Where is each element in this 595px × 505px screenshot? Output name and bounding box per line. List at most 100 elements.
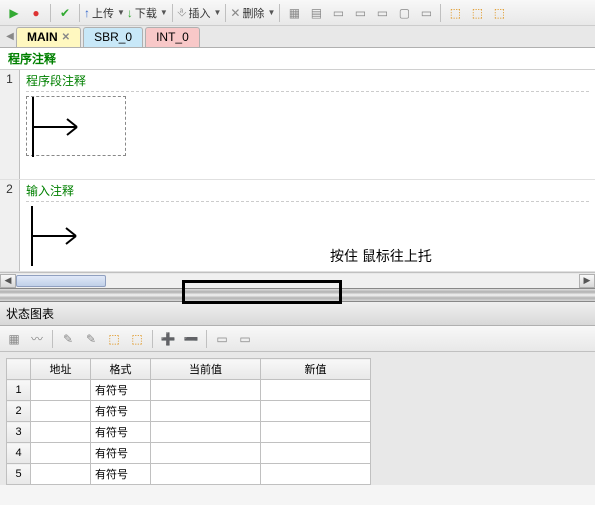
cell-format[interactable]: 有符号 [91,464,151,485]
panel-btn-3[interactable]: ✎ [58,329,78,349]
check-icon: ✔ [60,6,70,20]
corner-cell [7,359,31,380]
cell-new[interactable] [261,401,371,422]
lock-icon: ⬚ [450,6,461,20]
ladder-rail-icon [26,206,126,266]
stop-button[interactable]: ● [26,3,46,23]
run-button[interactable]: ▶ [4,3,24,23]
grid-icon: ▦ [289,6,300,20]
panel-btn-6[interactable]: ⬚ [127,329,147,349]
delete-label: 删除 [240,5,266,21]
tool-btn-2[interactable]: ▤ [306,3,326,23]
cell-current[interactable] [151,422,261,443]
cell-address[interactable] [31,401,91,422]
cell-format[interactable]: 有符号 [91,443,151,464]
cell-current[interactable] [151,380,261,401]
panel-btn-10[interactable]: ▭ [235,329,255,349]
tab-sbr0[interactable]: SBR_0 [83,27,143,47]
cell-new[interactable] [261,380,371,401]
table-row[interactable]: 1 有符号 [7,380,371,401]
panel-btn-7[interactable]: ➕ [158,329,178,349]
col-format[interactable]: 格式 [91,359,151,380]
tab-int0[interactable]: INT_0 [145,27,200,47]
main-toolbar: ▶ ● ✔ ↑ 上传 ▼ ↓ 下载 ▼ ⎀ 插入 ▼ ✕ 删除 ▼ ▦ ▤ ▭ … [0,0,595,26]
insert-label: 插入 [186,5,212,21]
scroll-thumb[interactable] [16,275,106,287]
delete-icon: ✕ [230,6,240,20]
table-row[interactable]: 3 有符号 [7,422,371,443]
col-new[interactable]: 新值 [261,359,371,380]
cell-address[interactable] [31,380,91,401]
row-number: 1 [7,380,31,401]
table-row[interactable]: 4有符号 [7,443,371,464]
insert-icon: ⎀ [177,5,187,20]
write-icon: ✎ [63,332,73,346]
cell-address[interactable] [31,464,91,485]
rung-1: 1 程序段注释 [0,70,595,180]
row-number: 2 [7,401,31,422]
stop-icon: ● [32,6,39,20]
panel-btn-2[interactable]: 〰 [27,329,47,349]
tool-btn-3[interactable]: ▭ [328,3,348,23]
cell-new[interactable] [261,464,371,485]
program-comment[interactable]: 程序注释 [0,48,595,70]
deleterow-icon: ➖ [184,332,199,346]
cell-format[interactable]: 有符号 [91,380,151,401]
writeall-icon: ✎ [86,332,96,346]
tab-main[interactable]: MAIN ✕ [16,27,81,47]
editor-hscroll[interactable]: ◀ ▶ [0,272,595,288]
cell-current[interactable] [151,443,261,464]
box3-icon: ▭ [377,6,388,20]
scroll-track[interactable] [16,274,579,288]
horizontal-splitter[interactable] [0,288,595,302]
tool-btn-6[interactable]: ▢ [394,3,414,23]
download-button[interactable]: ↓ 下载 ▼ [127,5,168,21]
cell-address[interactable] [31,422,91,443]
ladder-symbol[interactable] [26,96,126,156]
cell-address[interactable] [31,443,91,464]
delete-button[interactable]: ✕ 删除 ▼ [230,5,275,21]
cell-current[interactable] [151,464,261,485]
tool-btn-4[interactable]: ▭ [350,3,370,23]
rung-number: 2 [0,180,20,271]
tab-bar: ◀ MAIN ✕ SBR_0 INT_0 [0,26,595,48]
cell-new[interactable] [261,443,371,464]
tool-btn-10[interactable]: ⬚ [489,3,509,23]
cell-format[interactable]: 有符号 [91,401,151,422]
upload-button[interactable]: ↑ 上传 ▼ [84,5,125,21]
scroll-right-icon[interactable]: ▶ [579,274,595,288]
annotation-text: 按住 鼠标往上托 [330,246,432,266]
rung-body[interactable]: 输入注释 [20,180,595,271]
tool-btn-8[interactable]: ⬚ [445,3,465,23]
rung-comment[interactable]: 输入注释 [26,182,589,202]
insert-button[interactable]: ⎀ 插入 ▼ [177,5,222,21]
rung-body[interactable]: 程序段注释 [20,70,595,179]
rung-number: 1 [0,70,20,179]
col-current[interactable]: 当前值 [151,359,261,380]
table-row[interactable]: 2 有符号 [7,401,371,422]
table-row[interactable]: 5有符号 [7,464,371,485]
panel-btn-9[interactable]: ▭ [212,329,232,349]
tab-scroll-left[interactable]: ◀ [4,28,16,46]
panel-btn-5[interactable]: ⬚ [104,329,124,349]
table-icon: ▦ [8,332,19,346]
cell-current[interactable] [151,401,261,422]
tool-btn-7[interactable]: ▭ [416,3,436,23]
scroll-left-icon[interactable]: ◀ [0,274,16,288]
panel-btn-1[interactable]: ▦ [4,329,24,349]
panel-btn-4[interactable]: ✎ [81,329,101,349]
panel-btn-8[interactable]: ➖ [181,329,201,349]
tool-btn-1[interactable]: ▦ [284,3,304,23]
rung-comment[interactable]: 程序段注释 [26,72,589,92]
monitor-icon: ▢ [399,6,410,20]
cell-new[interactable] [261,422,371,443]
tool-btn-9[interactable]: ⬚ [467,3,487,23]
rung-2: 2 输入注释 [0,180,595,272]
tool-btn-5[interactable]: ▭ [372,3,392,23]
cell-format[interactable]: 有符号 [91,422,151,443]
row-number: 3 [7,422,31,443]
ladder-editor: 程序注释 1 程序段注释 2 输入注释 [0,48,595,272]
close-icon[interactable]: ✕ [62,32,70,43]
col-address[interactable]: 地址 [31,359,91,380]
compile-button[interactable]: ✔ [55,3,75,23]
